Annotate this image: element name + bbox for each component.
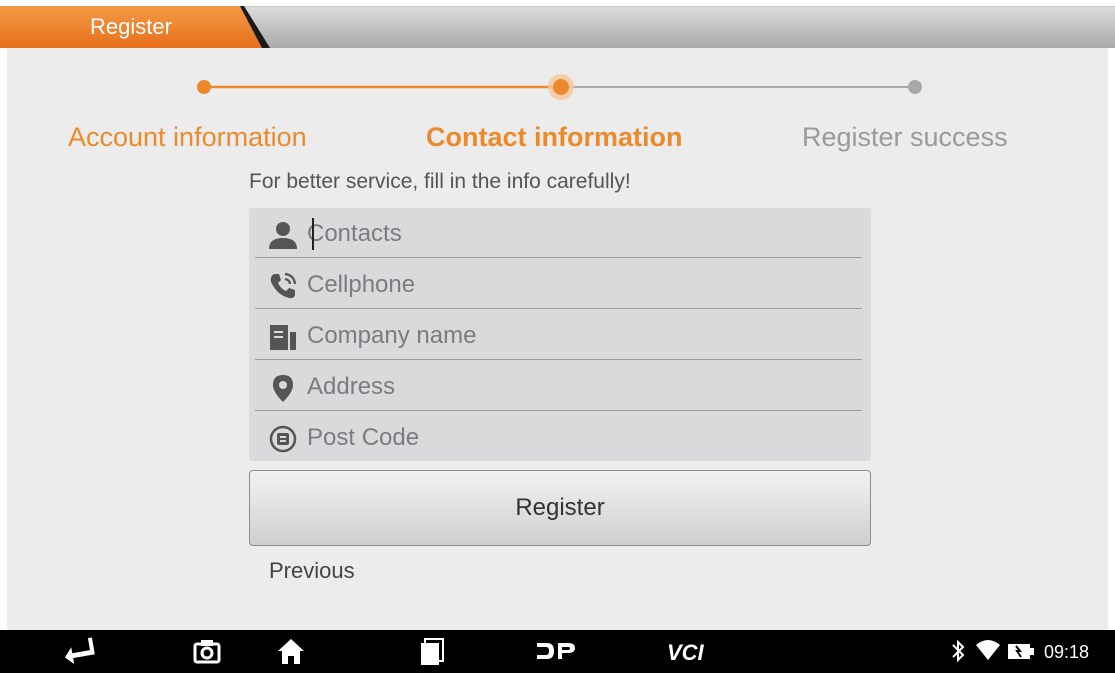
wifi-icon xyxy=(976,640,1000,660)
text-cursor xyxy=(312,218,314,250)
cellphone-input[interactable] xyxy=(307,265,847,305)
home-icon[interactable] xyxy=(276,636,306,666)
company-input[interactable] xyxy=(307,316,847,356)
camera-icon[interactable] xyxy=(192,636,222,666)
back-icon[interactable] xyxy=(62,636,96,666)
cellphone-field xyxy=(249,259,871,309)
contacts-input[interactable] xyxy=(307,214,847,254)
recent-apps-icon[interactable] xyxy=(418,636,446,666)
step-label-success: Register success xyxy=(802,122,1008,152)
field-divider xyxy=(255,359,862,360)
vci-icon[interactable]: VCI xyxy=(667,640,704,666)
company-field xyxy=(249,310,871,360)
stepper-track xyxy=(197,74,922,100)
company-icon xyxy=(270,325,296,350)
contact-form xyxy=(249,208,871,461)
step-label-contact: Contact information xyxy=(426,122,683,152)
status-clock: 09:18 xyxy=(1044,642,1090,662)
field-divider xyxy=(255,410,862,411)
person-icon xyxy=(269,222,297,249)
hint-text: For better service, fill in the info car… xyxy=(249,170,631,193)
step-dot-active xyxy=(553,79,569,95)
step-dot-todo xyxy=(908,80,922,94)
postcode-icon xyxy=(269,425,297,453)
phone-icon xyxy=(270,272,297,299)
address-input[interactable] xyxy=(307,367,847,407)
postcode-input[interactable] xyxy=(307,418,847,458)
address-field xyxy=(249,361,871,411)
dp-icon[interactable] xyxy=(535,636,577,666)
field-divider xyxy=(255,308,862,309)
register-button[interactable]: Register xyxy=(249,470,871,546)
battery-icon xyxy=(1008,644,1034,659)
contacts-field xyxy=(249,208,871,258)
field-divider xyxy=(255,257,862,258)
previous-link[interactable]: Previous xyxy=(269,558,355,584)
bluetooth-icon xyxy=(952,639,965,663)
step-label-account: Account information xyxy=(68,122,307,152)
location-pin-icon xyxy=(273,375,293,402)
step-dot-done xyxy=(197,80,211,94)
system-bar: VCI 09:18 xyxy=(0,630,1115,673)
postcode-field xyxy=(249,412,871,462)
